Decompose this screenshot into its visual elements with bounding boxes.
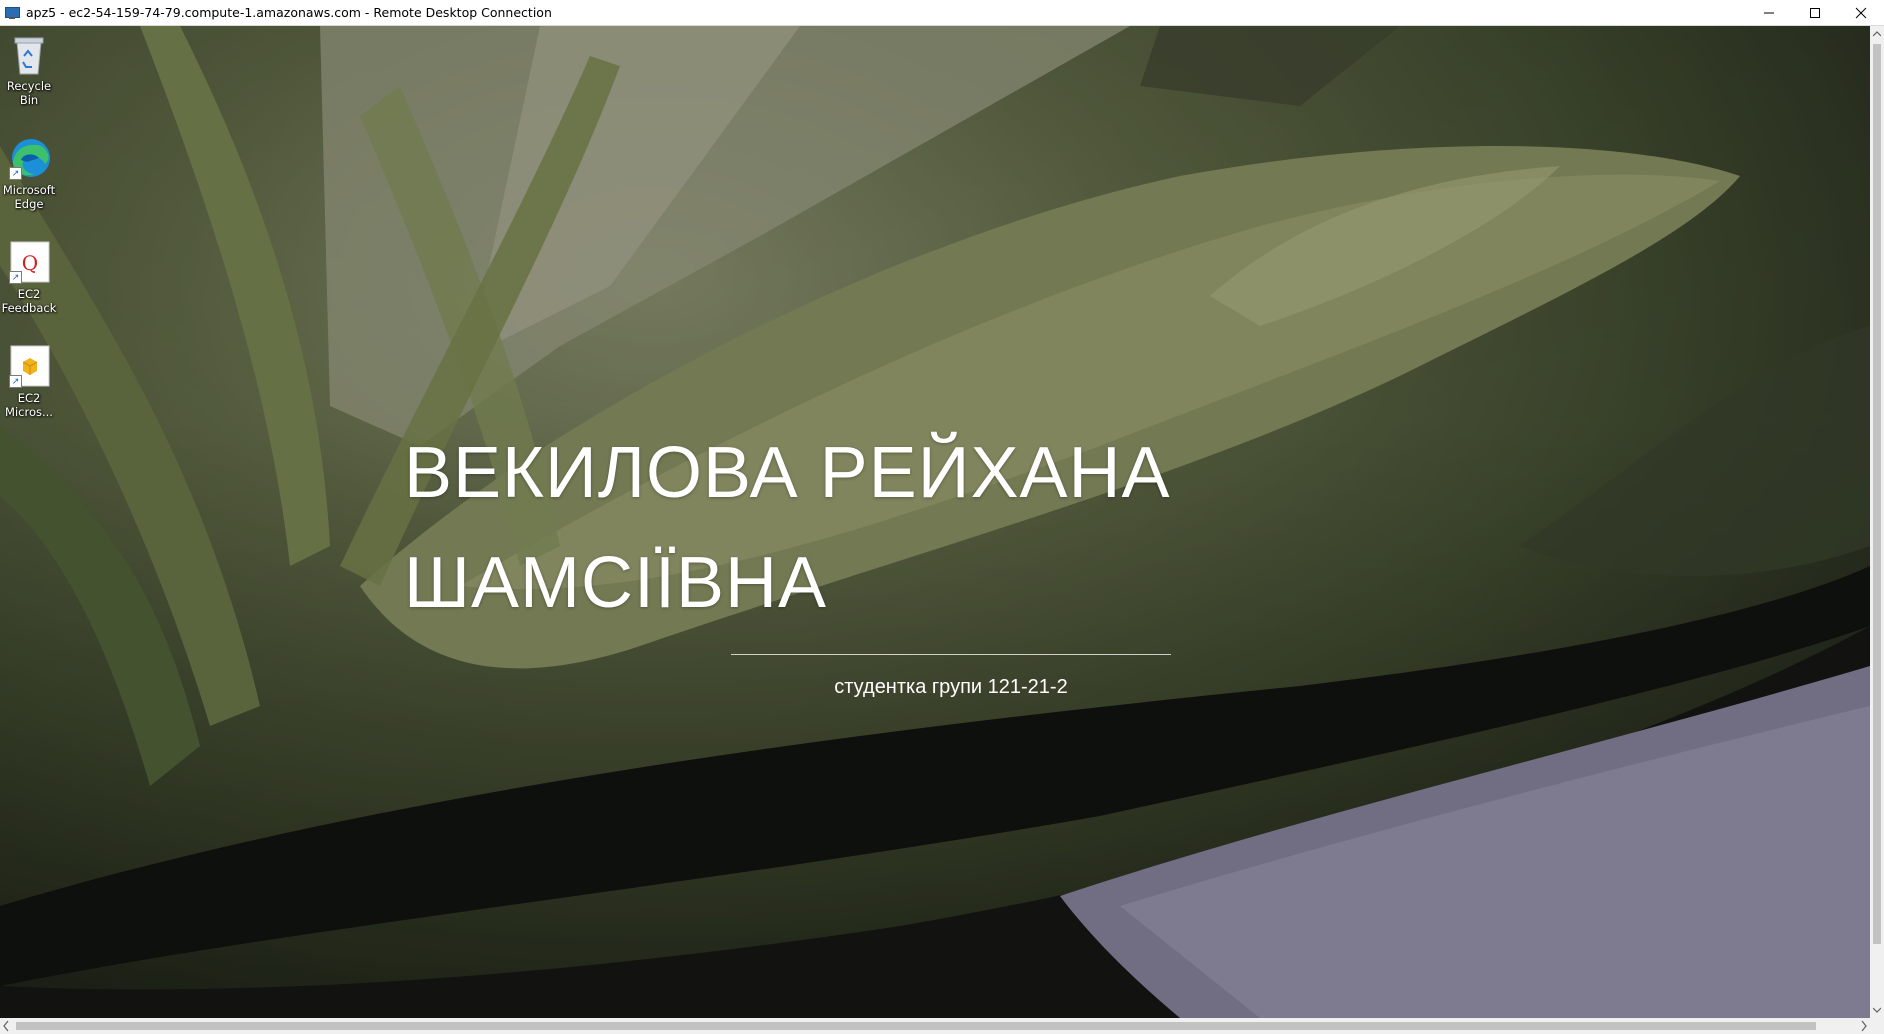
- student-name-line2: ШАМСІЇВНА: [404, 543, 828, 623]
- window-title: apz5 - ec2-54-159-74-79.compute-1.amazon…: [26, 5, 552, 20]
- student-name: ВЕКИЛОВА РЕЙХАНА ШАМСІЇВНА: [404, 418, 1171, 638]
- ec2-microsoft-icon: ↗: [7, 344, 51, 388]
- desktop-icon-microsoft-edge[interactable]: ↗ Microsoft Edge: [0, 136, 58, 211]
- scroll-right-arrow-icon[interactable]: [1860, 1020, 1868, 1032]
- recycle-bin-icon: [7, 32, 51, 76]
- minimize-button[interactable]: [1746, 0, 1792, 26]
- close-button[interactable]: [1838, 0, 1884, 26]
- remote-desktop-app-icon: [4, 5, 20, 21]
- desktop-icon-ec2-feedback[interactable]: Q ↗ EC2 Feedback: [0, 240, 58, 315]
- student-group-subtitle: студентка групи 121-21-2: [834, 676, 1068, 698]
- vertical-scrollbar-thumb[interactable]: [1873, 44, 1881, 944]
- edge-icon: ↗: [7, 136, 51, 180]
- scrollbar-corner: [1870, 1018, 1884, 1034]
- remote-desktop-window: apz5 - ec2-54-159-74-79.compute-1.amazon…: [0, 0, 1884, 1034]
- close-icon: [1855, 7, 1867, 19]
- svg-text:Q: Q: [22, 251, 38, 275]
- desktop-icon-label: Recycle Bin: [6, 79, 52, 107]
- scroll-up-arrow-icon[interactable]: [1870, 26, 1884, 42]
- minimize-icon: [1764, 12, 1774, 14]
- vertical-scrollbar[interactable]: [1870, 26, 1884, 1018]
- maximize-button[interactable]: [1792, 0, 1838, 26]
- desktop-icon-recycle-bin[interactable]: Recycle Bin: [0, 32, 58, 107]
- ec2-feedback-icon: Q ↗: [7, 240, 51, 284]
- shortcut-arrow-icon: ↗: [9, 271, 22, 284]
- desktop-icon-label: Microsoft Edge: [2, 183, 56, 211]
- window-titlebar[interactable]: apz5 - ec2-54-159-74-79.compute-1.amazon…: [0, 0, 1884, 26]
- student-name-line1: ВЕКИЛОВА РЕЙХАНА: [404, 433, 1171, 513]
- horizontal-scrollbar[interactable]: [0, 1018, 1884, 1034]
- horizontal-scrollbar-thumb[interactable]: [16, 1022, 1816, 1030]
- desktop-icon-ec2-microsoft[interactable]: ↗ EC2 Micros...: [0, 344, 58, 419]
- shortcut-arrow-icon: ↗: [9, 375, 22, 388]
- scroll-left-arrow-icon[interactable]: [2, 1020, 10, 1032]
- window-controls: [1746, 0, 1884, 26]
- desktop-icon-label: EC2 Feedback: [1, 287, 57, 315]
- hero-divider: [731, 654, 1171, 655]
- shortcut-arrow-icon: ↗: [9, 167, 22, 180]
- maximize-icon: [1810, 8, 1820, 18]
- desktop-icon-label: EC2 Micros...: [5, 391, 53, 419]
- scroll-down-arrow-icon[interactable]: [1870, 1002, 1884, 1018]
